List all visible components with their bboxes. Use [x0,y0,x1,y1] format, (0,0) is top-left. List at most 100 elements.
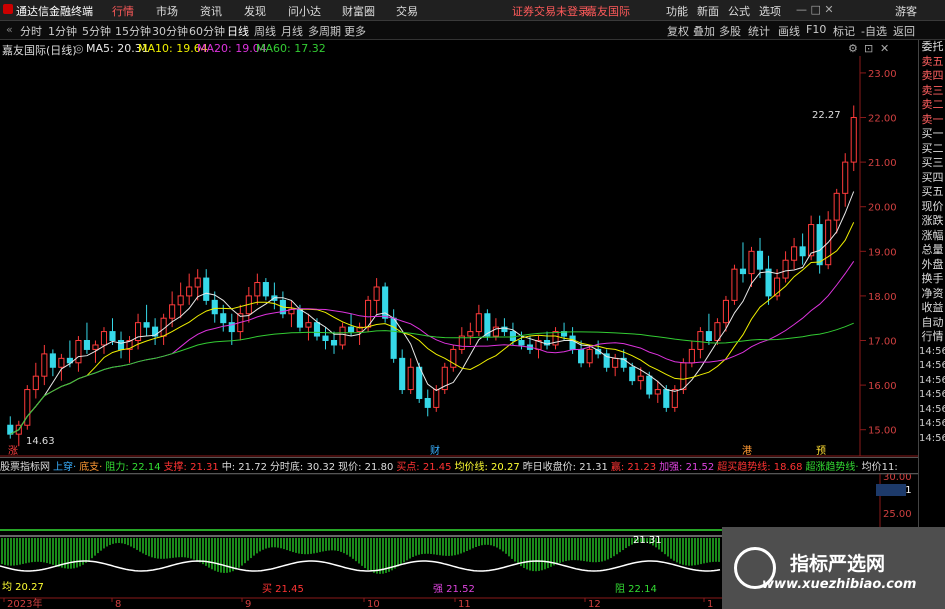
candle-body [143,322,150,328]
toolbar-collapse-icon[interactable]: « [6,23,13,36]
candle-body [833,192,840,221]
event-label-forecast[interactable]: 预 [816,445,826,457]
menu-item-trade[interactable]: 交易 [396,3,418,19]
menu-item-wealth[interactable]: 财富圈 [342,3,375,19]
candle-body [586,348,593,364]
candle-body [782,259,789,279]
chart-header: 嘉友国际(日线) ◎ MA5: 20.31 MA10: 19.64 MA20: … [0,40,900,57]
period-tab-15min[interactable]: 15分钟 [115,23,151,39]
candle-body [313,322,321,337]
quote-sidebar: 委托 卖五 卖四 卖三 卖二 卖一 买一 买二 买三 买四 买五 现价 涨跌 涨幅 总量 外盘 换手 净资 收益 自动… [918,40,945,609]
tool-overlay[interactable]: 叠加 [693,23,715,39]
band-value-label: 阻 22.14 [615,583,657,595]
candle-body [629,366,636,382]
sidebar-item[interactable]: 卖五 [919,55,945,70]
candle-body [654,389,661,395]
sidebar-item[interactable]: 卖三 [919,84,945,99]
sidebar-item[interactable]: 卖一 [919,113,945,128]
sidebar-item[interactable]: 自动 [919,316,945,331]
tool-draw-line[interactable]: 画线 [778,23,800,39]
tool-mark[interactable]: 标记 [833,23,855,39]
sidebar-item[interactable]: 买三 [919,156,945,171]
event-label-finance[interactable]: 财 [430,444,440,457]
candle-body [646,375,653,395]
period-tab-weekly[interactable]: 周线 [254,23,276,39]
sidebar-item[interactable]: 买五 [919,185,945,200]
app-logo-icon [3,4,13,14]
menu-item-ask[interactable]: 问小达 [288,3,321,19]
candle-body [756,250,764,270]
candle-body [262,282,269,297]
chart-close-icon[interactable]: ✕ [880,42,889,55]
tool-multi-stock[interactable]: 多股 [719,23,741,39]
tool-back[interactable]: 返回 [893,23,915,39]
period-tab-30min[interactable]: 30分钟 [152,23,188,39]
ma-line-ma20 [10,261,855,435]
chart-settings-icon[interactable]: ◎ [74,42,84,55]
candle-body [578,348,585,364]
tool-f10[interactable]: F10 [806,23,826,36]
candle-body [92,344,99,350]
tool-statistics[interactable]: 统计 [748,23,770,39]
price-curve [0,560,721,572]
login-status[interactable]: 证券交易未登录 [512,3,589,19]
candle-body [75,340,82,364]
period-tab-5min[interactable]: 5分钟 [82,23,111,39]
sidebar-item[interactable]: 外盘 [919,258,945,273]
candle-body [603,353,610,368]
candle-body [194,277,201,288]
sidebar-item[interactable]: 买一 [919,127,945,142]
menu-item-exchange[interactable]: 市场 [156,3,178,19]
sidebar-item[interactable]: 净资 [919,287,945,302]
candle-body [254,282,261,297]
chart-expand-icon[interactable]: ⊡ [864,42,873,55]
sidebar-item[interactable]: 总量 [919,243,945,258]
period-tab-1min[interactable]: 1分钟 [48,23,77,39]
menu-new-page[interactable]: 新面 [697,3,719,19]
sidebar-item[interactable]: 卖二 [919,98,945,113]
candle-body [688,348,695,364]
sidebar-item[interactable]: 换手 [919,272,945,287]
chart-options-icon[interactable]: ⚙ [848,42,858,55]
window-controls[interactable]: — □ ✕ [796,3,834,16]
sidebar-item[interactable]: 买二 [919,142,945,157]
sidebar-item[interactable]: 买四 [919,171,945,186]
candle-body [509,331,516,342]
date-axis-label: 12 [588,599,601,609]
candle-body [100,331,108,346]
event-label-rise[interactable]: 涨 [8,445,18,457]
candlestick-series [7,105,857,447]
sidebar-item[interactable]: 涨幅 [919,229,945,244]
sidebar-item[interactable]: 行情 [919,330,945,345]
sidebar-item[interactable]: 涨跌 [919,214,945,229]
candle-body [680,362,687,391]
menu-formula[interactable]: 公式 [728,3,750,19]
sidebar-item[interactable]: 委托 [919,40,945,55]
indicator-value: 超买趋势线: 18.68 [717,462,803,473]
menu-options[interactable]: 选项 [759,3,781,19]
period-tab-multi[interactable]: 多周期 [308,23,341,39]
tool-watchlist-remove[interactable]: -自选 [861,23,887,39]
indicator-value: 均价线: 20.27 [454,462,520,473]
period-tab-intraday[interactable]: 分时 [20,23,42,39]
period-tab-60min[interactable]: 60分钟 [189,23,225,39]
menu-item-discover[interactable]: 发现 [244,3,266,19]
menu-item-news[interactable]: 资讯 [200,3,222,19]
period-tab-monthly[interactable]: 月线 [281,23,303,39]
tool-restore-rights[interactable]: 复权 [667,23,689,39]
menu-guest[interactable]: 游客 [895,3,917,19]
price-axis-label: 16.00 [868,381,897,392]
candle-body [722,299,729,324]
indicator-value: 买点: 21.45 [396,462,452,473]
sidebar-item[interactable]: 现价 [919,200,945,215]
menu-function[interactable]: 功能 [666,3,688,19]
period-tab-more[interactable]: 更多 [344,23,366,39]
candle-body [390,317,397,359]
period-tab-daily[interactable]: 日线 [227,23,249,39]
price-axis-label: 17.00 [868,337,897,348]
app-title: 通达信金融终端 [16,5,93,18]
sidebar-item[interactable]: 收益 [919,301,945,316]
event-label-port[interactable]: 港 [742,445,752,457]
sidebar-item[interactable]: 卖四 [919,69,945,84]
menu-item-market[interactable]: 行情 [112,3,134,19]
